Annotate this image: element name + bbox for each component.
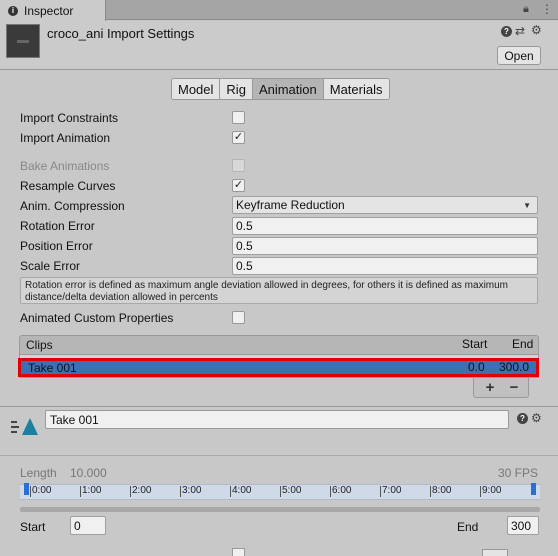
clip-row-name: Take 001 [28,361,77,375]
bake-animations-checkbox [232,159,245,172]
animated-custom-properties-checkbox[interactable] [232,311,245,324]
next-row-checkbox[interactable] [232,548,245,556]
timeline-tick: 3:00 [179,485,202,497]
preset-icon[interactable]: ⇄ [515,24,525,38]
open-button[interactable]: Open [497,46,541,65]
position-error-label: Position Error [20,239,93,253]
tab-model[interactable]: Model [172,79,221,99]
import-animation-label: Import Animation [20,131,111,145]
tab-materials[interactable]: Materials [323,79,389,99]
timeline-tick: 5:00 [279,485,302,497]
end-label: End [457,520,479,534]
tab-rig[interactable]: Rig [220,79,253,99]
end-frame-input[interactable]: 300 [507,516,539,535]
animation-clip-icon [11,418,38,435]
rotation-error-label: Rotation Error [20,219,95,233]
kebab-menu-icon[interactable]: ⋮ [541,2,553,16]
help-icon[interactable]: ? [501,26,512,37]
timeline-start-marker[interactable] [24,483,29,495]
fps-label: 30 FPS [498,466,539,480]
next-row-strip [0,548,558,556]
clips-header-end: End [512,337,534,351]
clip-row-end: 300.0 [499,360,530,374]
anim-compression-label: Anim. Compression [20,199,125,213]
timeline-tick: 2:00 [129,485,152,497]
timeline-tick: 7:00 [379,485,402,497]
timeline-scrollbar[interactable] [20,507,540,512]
clip-row-start: 0.0 [468,360,485,374]
next-row-control[interactable] [482,549,508,556]
scale-error-input[interactable]: 0.5 [232,257,538,275]
lock-icon[interactable]: 🔒︎ [523,3,529,16]
timeline-tick: 8:00 [429,485,452,497]
tab-animation[interactable]: Animation [252,79,324,99]
import-animation-checkbox[interactable]: ✓ [232,131,245,144]
info-icon: i [8,5,18,16]
asset-thumbnail [6,24,40,58]
clips-header [19,335,539,355]
length-label: Length [20,466,57,480]
clip-gear-icon[interactable]: ⚙ [531,411,542,425]
clip-name-input[interactable]: Take 001 [45,410,509,429]
timeline-end-marker[interactable] [531,483,536,495]
rotation-error-input[interactable]: 0.5 [232,217,538,235]
tab-inspector-label: Inspector [24,3,74,18]
timeline-tick: 1:00 [79,485,102,497]
clip-help-icon[interactable]: ? [517,413,528,424]
start-label: Start [20,520,46,534]
length-value: 10.000 [70,466,107,480]
timeline-tick: 6:00 [329,485,352,497]
import-constraints-label: Import Constraints [20,111,119,125]
timeline-tick: 0:00 [29,485,52,497]
divider [0,455,558,456]
import-constraints-checkbox[interactable] [232,111,245,124]
add-clip-button[interactable]: + [483,379,497,396]
resample-curves-checkbox[interactable]: ✓ [232,179,245,192]
clips-header-title: Clips [26,338,53,352]
dropdown-arrow-icon: ▼ [523,200,531,210]
import-tabs: Model Rig Animation Materials [171,78,390,100]
resample-curves-label: Resample Curves [20,179,116,193]
scale-error-label: Scale Error [20,259,81,273]
remove-clip-button[interactable]: − [507,379,521,396]
position-error-input[interactable]: 0.5 [232,237,538,255]
tab-inspector[interactable]: i Inspector [0,0,106,21]
gear-icon[interactable]: ⚙ [531,23,542,37]
animated-custom-properties-label: Animated Custom Properties [20,311,174,325]
anim-compression-dropdown[interactable]: Keyframe Reduction ▼ [232,196,538,214]
clip-row-selected[interactable] [18,358,539,377]
timeline-tick: 4:00 [229,485,252,497]
bake-animations-label: Bake Animations [20,159,110,173]
timeline-tick: 9:00 [479,485,502,497]
anim-compression-value: Keyframe Reduction [236,198,345,212]
start-frame-input[interactable]: 0 [70,516,106,535]
help-box: Rotation error is defined as maximum ang… [20,277,538,304]
clips-header-start: Start [462,337,488,351]
header-title: croco_ani Import Settings [47,26,195,41]
